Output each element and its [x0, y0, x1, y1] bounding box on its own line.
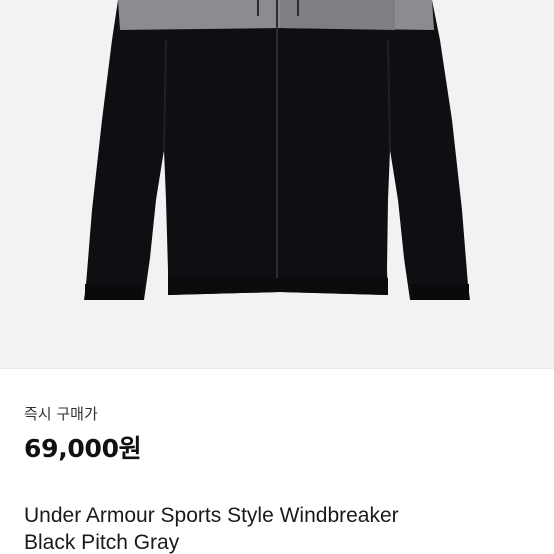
- image-divider: [0, 368, 554, 369]
- product-title-line-2: Black Pitch Gray: [24, 531, 180, 554]
- price: 69,000원: [24, 434, 142, 463]
- product-title-line-1: Under Armour Sports Style Windbreaker: [24, 504, 399, 527]
- product-title: Under Armour Sports Style Windbreaker Bl…: [24, 502, 544, 554]
- product-image[interactable]: [0, 0, 554, 368]
- product-listing-page: 즉시 구매가 69,000원 Under Armour Sports Style…: [0, 0, 554, 554]
- windbreaker-jacket-photo: [0, 0, 554, 368]
- sale-type-label: 즉시 구매가: [24, 405, 98, 423]
